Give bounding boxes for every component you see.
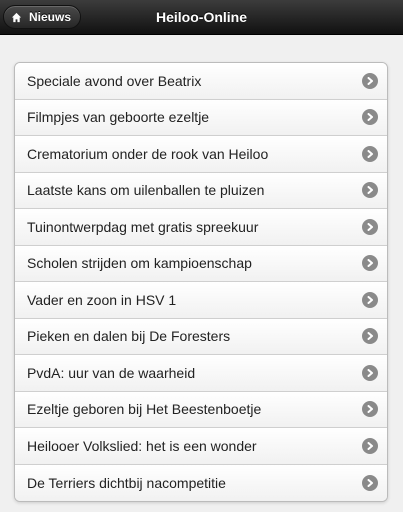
chevron-right-icon xyxy=(362,72,378,89)
list-item[interactable]: Laatste kans om uilenballen te pluizen xyxy=(15,172,387,209)
list-item[interactable]: Tuinontwerpdag met gratis spreekuur xyxy=(15,209,387,246)
list-item-label: Laatste kans om uilenballen te pluizen xyxy=(27,182,265,199)
chevron-right-icon xyxy=(362,182,378,199)
list-item[interactable]: Crematorium onder de rook van Heiloo xyxy=(15,136,387,173)
app-header: Nieuws Heiloo-Online xyxy=(0,0,403,35)
chevron-right-icon xyxy=(362,255,378,272)
list-item[interactable]: PvdA: uur van de waarheid xyxy=(15,355,387,392)
page-title: Heiloo-Online xyxy=(156,9,247,25)
chevron-right-icon xyxy=(362,474,378,491)
list-item-label: PvdA: uur van de waarheid xyxy=(27,364,196,381)
list-item[interactable]: Scholen strijden om kampioenschap xyxy=(15,245,387,282)
chevron-right-icon xyxy=(362,218,378,235)
chevron-right-icon xyxy=(362,291,378,308)
chevron-right-icon xyxy=(362,328,378,345)
list-item-label: Filmpjes van geboorte ezeltje xyxy=(27,109,210,126)
list-item[interactable]: Heilooer Volkslied: het is een wonder xyxy=(15,428,387,465)
list-item-label: Pieken en dalen bij De Foresters xyxy=(27,328,231,345)
list-item[interactable]: Ezeltje geboren bij Het Beestenboetje xyxy=(15,391,387,428)
main-content: Speciale avond over Beatrix Filmpjes van… xyxy=(0,35,403,502)
list-item[interactable]: Filmpjes van geboorte ezeltje xyxy=(15,99,387,136)
list-item-label: Scholen strijden om kampioenschap xyxy=(27,255,252,272)
list-item-label: Speciale avond over Beatrix xyxy=(27,72,202,89)
list-item-label: Vader en zoon in HSV 1 xyxy=(27,291,177,308)
list-item-label: De Terriers dichtbij nacompetitie xyxy=(27,474,226,491)
chevron-right-icon xyxy=(362,109,378,126)
list-item-label: Ezeltje geboren bij Het Beestenboetje xyxy=(27,401,262,418)
list-item-label: Tuinontwerpdag met gratis spreekuur xyxy=(27,218,259,235)
chevron-right-icon xyxy=(362,364,378,381)
list-item[interactable]: Pieken en dalen bij De Foresters xyxy=(15,318,387,355)
list-item[interactable]: De Terriers dichtbij nacompetitie xyxy=(15,464,387,501)
list-item-label: Heilooer Volkslied: het is een wonder xyxy=(27,437,257,454)
list-item[interactable]: Speciale avond over Beatrix xyxy=(15,63,387,100)
list-item[interactable]: Vader en zoon in HSV 1 xyxy=(15,282,387,319)
chevron-right-icon xyxy=(362,437,378,454)
chevron-right-icon xyxy=(362,145,378,162)
list-item-label: Crematorium onder de rook van Heiloo xyxy=(27,145,269,162)
chevron-right-icon xyxy=(362,401,378,418)
news-list: Speciale avond over Beatrix Filmpjes van… xyxy=(14,62,388,502)
